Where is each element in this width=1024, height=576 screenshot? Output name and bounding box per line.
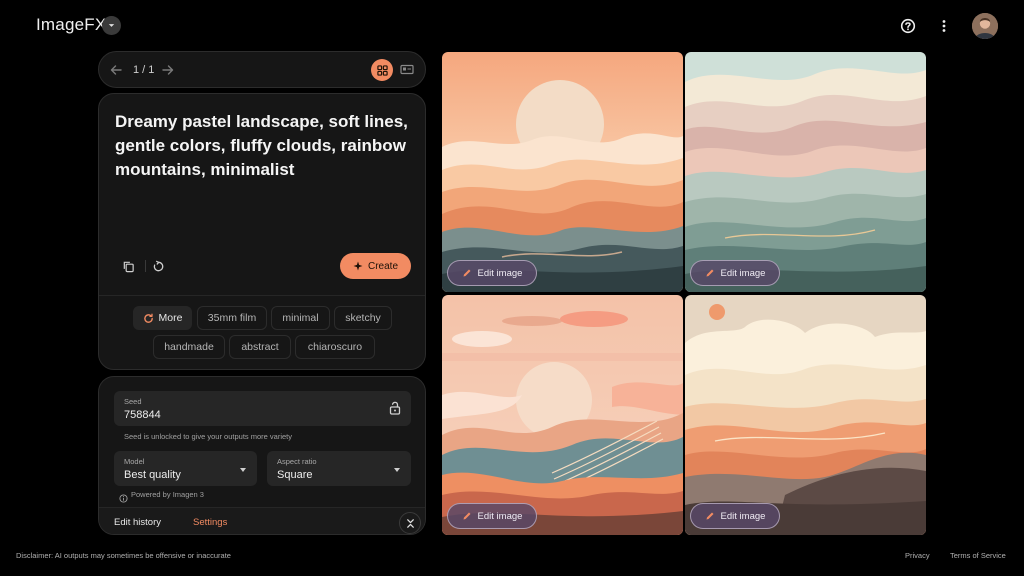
chip-chiaroscuro[interactable]: chiaroscuro [295,335,375,359]
aspect-ratio-value: Square [277,469,313,481]
chip-35mm-film[interactable]: 35mm film [197,306,267,330]
app-title: ImageFX [36,15,107,34]
image-counter: 1 / 1 [133,64,155,76]
aspect-dropdown-caret [394,468,400,472]
collapse-icon [406,518,414,528]
chip-minimal[interactable]: minimal [271,306,330,330]
aspect-ratio-select[interactable]: Aspect ratio Square [267,451,411,486]
pencil-icon [706,512,714,520]
seed-field[interactable]: Seed 758844 [114,391,411,426]
image-navigation-bar: 1 / 1 [98,51,426,88]
edit-image-button[interactable]: Edit image [447,260,537,286]
settings-card: Seed 758844 Seed is unlocked to give you… [98,376,426,535]
landscape-image [442,52,683,292]
seed-lock-button[interactable] [389,401,401,420]
powered-by-info [119,489,128,507]
collapse-panel-button[interactable] [399,512,421,534]
single-view-button[interactable] [399,63,414,77]
edit-image-label: Edit image [477,267,523,279]
pencil-icon [706,269,714,277]
landscape-image [685,52,926,292]
edit-image-button[interactable]: Edit image [447,503,537,529]
edit-image-label: Edit image [720,267,766,279]
help-button[interactable] [898,16,918,36]
app-menu-button[interactable] [102,16,121,35]
prompt-card: Dreamy pastel landscape, soft lines, gen… [98,93,426,370]
disclaimer-text: Disclaimer: AI outputs may sometimes be … [16,551,231,560]
edit-image-label: Edit image [720,510,766,522]
landscape-image [685,295,926,535]
next-button[interactable] [161,63,175,77]
user-avatar-icon [972,13,998,39]
more-vert-icon [942,20,946,32]
unlock-icon [389,401,401,415]
model-select[interactable]: Model Best quality [114,451,257,486]
bottom-tabs: Edit history Settings [99,507,425,534]
model-value: Best quality [124,469,181,481]
avatar[interactable] [972,13,998,39]
pencil-icon [463,269,471,277]
tool-divider [145,260,146,272]
edit-image-button[interactable]: Edit image [690,260,780,286]
generated-image-3[interactable]: Edit image [442,295,683,535]
tab-edit-history[interactable]: Edit history [114,517,161,528]
copy-prompt-button[interactable] [119,257,137,275]
prompt-input[interactable]: Dreamy pastel landscape, soft lines, gen… [115,110,415,182]
model-label: Model [124,457,145,466]
edit-image-label: Edit image [477,510,523,522]
more-suggestions-chip[interactable]: More [133,306,192,330]
chevron-down-icon [108,24,115,27]
seed-label: Seed [124,397,142,406]
powered-by-text: Powered by Imagen 3 [131,490,204,499]
prompt-divider [99,295,425,296]
create-button[interactable]: Create [340,253,411,279]
model-dropdown-caret [240,468,246,472]
tab-settings[interactable]: Settings [193,517,227,528]
pencil-icon [463,512,471,520]
chip-handmade[interactable]: handmade [153,335,225,359]
sparkle-icon [353,261,363,271]
generated-image-1[interactable]: Edit image [442,52,683,292]
chip-abstract[interactable]: abstract [229,335,291,359]
grid-view-icon [376,64,388,76]
reset-icon [153,260,163,271]
aspect-ratio-label: Aspect ratio [277,457,317,466]
refresh-icon [143,313,153,323]
top-bar: ImageFX [0,0,1024,52]
landscape-image [442,295,683,535]
chip-label: More [158,312,183,324]
arrow-right-icon [162,65,174,75]
help-icon [900,18,916,34]
generated-image-4[interactable]: Edit image [685,295,926,535]
edit-image-button[interactable]: Edit image [690,503,780,529]
copy-icon [123,261,134,272]
reset-prompt-button[interactable] [149,257,167,275]
info-icon [119,494,128,503]
terms-link[interactable]: Terms of Service [950,551,1006,560]
privacy-link[interactable]: Privacy [905,551,930,560]
grid-view-button[interactable] [371,59,393,81]
arrow-left-icon [110,65,122,75]
more-options-button[interactable] [934,16,954,36]
create-button-label: Create [367,260,398,272]
generated-image-2[interactable]: Edit image [685,52,926,292]
single-view-icon [399,64,414,75]
seed-hint: Seed is unlocked to give your outputs mo… [124,432,293,441]
chip-sketchy[interactable]: sketchy [334,306,392,330]
previous-button[interactable] [109,63,123,77]
seed-value: 758844 [124,409,161,421]
